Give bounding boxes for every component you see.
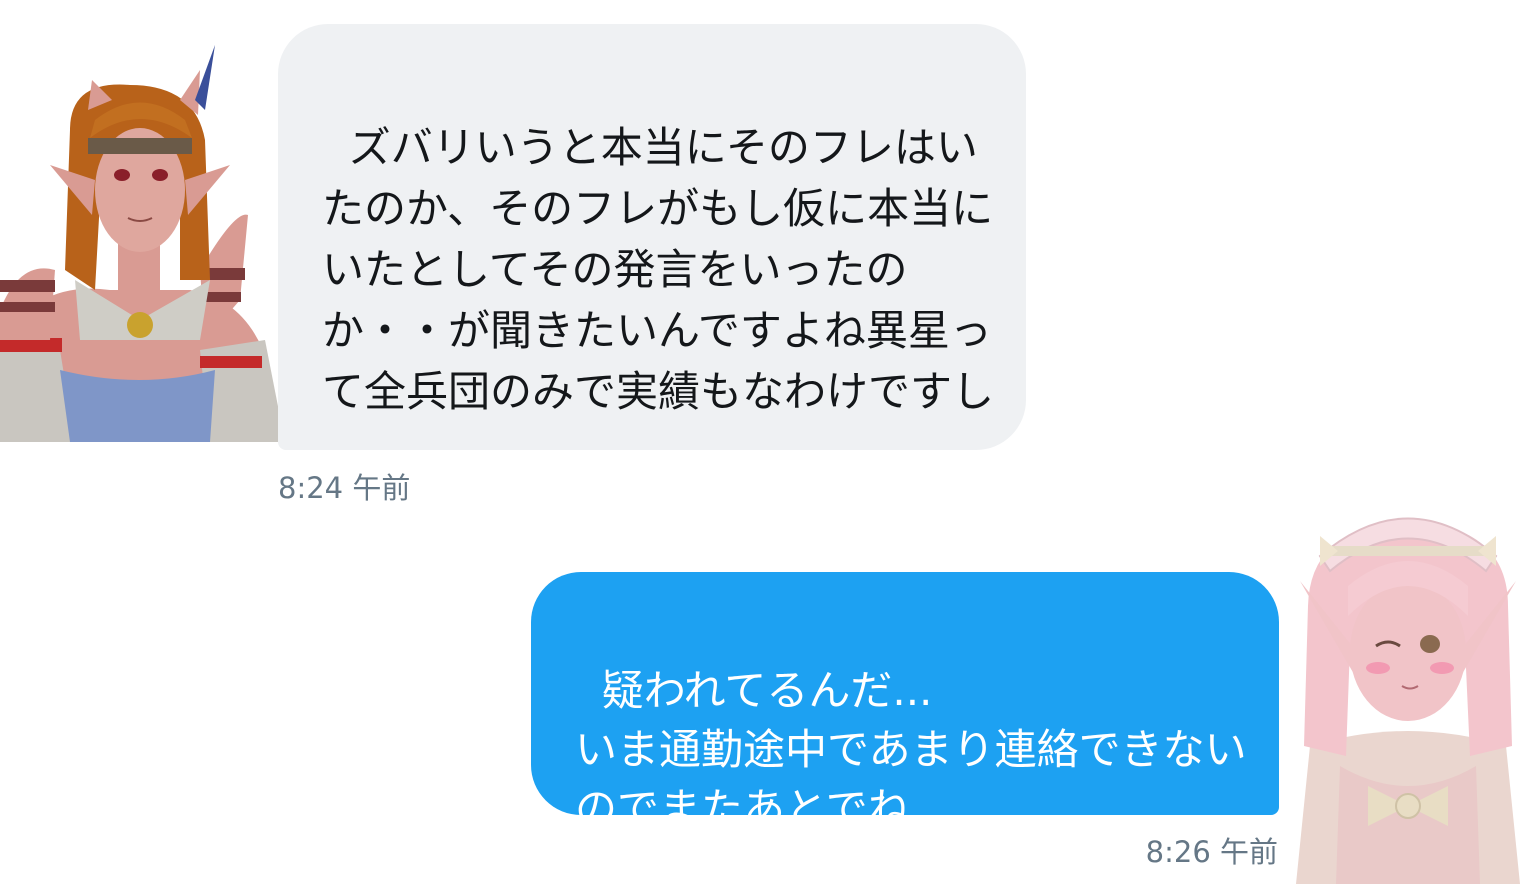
- maid-elf-avatar-image: [1296, 517, 1520, 884]
- outgoing-message-timestamp: 8:26 午前: [1145, 835, 1278, 869]
- outgoing-message-text: 疑われてるんだ... いま通勤途中であまり連絡できないのでまたあとでね: [575, 666, 1247, 833]
- my-avatar[interactable]: [1280, 486, 1536, 884]
- sender-avatar[interactable]: [0, 40, 285, 442]
- elf-warrior-avatar-image: [0, 45, 285, 442]
- incoming-message-timestamp: 8:24 午前: [278, 471, 411, 505]
- incoming-message-bubble[interactable]: ズバリいうと本当にそのフレはいたのか、そのフレがもし仮に本当にいたとしてその発言…: [278, 24, 1026, 450]
- outgoing-message-bubble[interactable]: 疑われてるんだ... いま通勤途中であまり連絡できないのでまたあとでね: [531, 572, 1279, 833]
- incoming-message-text: ズバリいうと本当にそのフレはいたのか、そのフレがもし仮に本当にいたとしてその発言…: [322, 123, 995, 416]
